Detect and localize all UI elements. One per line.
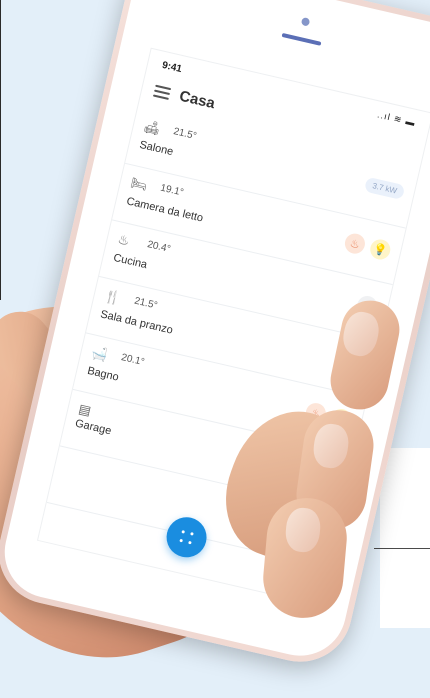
room-name: Salone <box>138 138 175 159</box>
hamburger-menu-icon[interactable] <box>152 84 172 100</box>
room-name: Camera da letto <box>125 195 205 225</box>
fork-knife-icon: 🍴 <box>103 287 123 307</box>
bed-icon: 🛏 <box>129 174 149 194</box>
cooking-pot-icon: ♨ <box>116 231 132 249</box>
room-temperature: 20.1° <box>120 352 146 369</box>
sofa-icon: 🛋 <box>142 118 162 137</box>
background-line <box>374 548 430 549</box>
status-time: 9:41 <box>160 59 183 76</box>
grid-dots-icon <box>179 530 194 545</box>
speaker-icon <box>281 32 322 46</box>
status-icons: ..ıl ≋ ▬ <box>376 109 417 129</box>
room-name: Sala da pranzo <box>99 308 174 337</box>
lightbulb-icon[interactable]: 💡 <box>368 237 393 262</box>
bathtub-icon: 🛁 <box>90 344 110 363</box>
room-name: Cucina <box>112 251 149 272</box>
flame-icon[interactable]: ♨ <box>342 231 367 256</box>
front-camera-icon <box>300 17 311 27</box>
garage-icon: ▤ <box>77 400 93 419</box>
room-temperature: 20.4° <box>146 239 172 256</box>
page-title: Casa <box>177 87 217 113</box>
room-name: Garage <box>73 417 113 438</box>
room-temperature: 19.1° <box>159 182 185 199</box>
room-status-badges: ♨ 💡 <box>342 231 393 262</box>
power-usage-badge: 3.7 kW <box>364 176 406 201</box>
background-panel <box>380 448 430 628</box>
room-temperature: 21.5° <box>172 126 198 143</box>
frame-edge <box>0 0 1 300</box>
room-name: Bagno <box>86 364 120 384</box>
room-temperature: 21.5° <box>133 295 159 312</box>
